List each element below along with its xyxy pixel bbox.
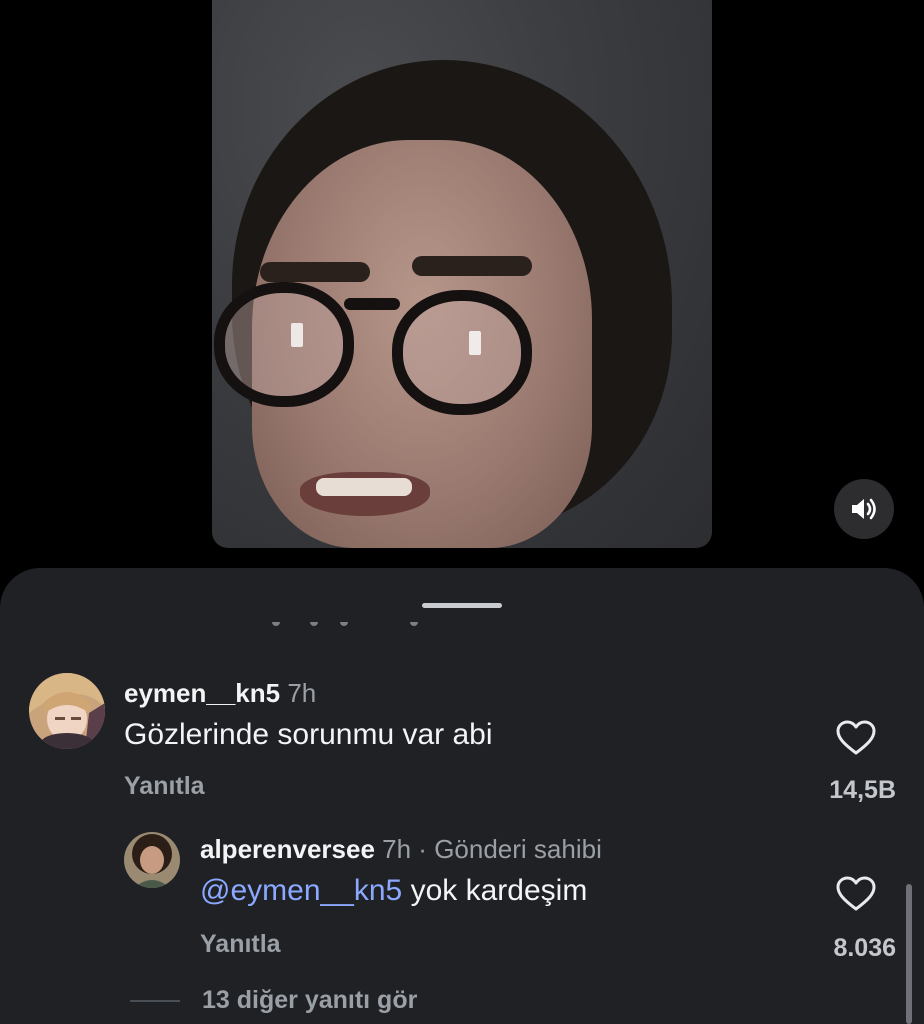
video-player[interactable] [212,0,712,548]
reply-text: @eymen__kn5 yok kardeşim [200,874,587,908]
like-count: 8.036 [833,934,896,962]
reply-username[interactable]: alperenversee 7h · Gönderi sahibi [200,834,602,865]
username-text[interactable]: eymen__kn5 [124,678,280,708]
scrolled-text-remnant [240,622,490,630]
reply-body: yok kardeşim [402,874,588,907]
username-text[interactable]: alperenversee [200,834,375,864]
heart-icon[interactable] [836,720,876,756]
video-frame-teeth [316,478,412,496]
meta-separator: · [418,834,427,864]
avatar[interactable] [124,832,180,888]
video-frame-glasses-right [392,290,532,415]
avatar[interactable] [29,673,105,749]
mute-button[interactable] [834,479,894,539]
comments-sheet: eymen__kn5 7h Gözlerinde sorunmu var abi… [0,568,924,1024]
video-frame-brow-left [260,262,370,282]
video-frame-brow-right [412,256,532,276]
reply-timestamp: 7h [382,834,412,864]
comment-timestamp: 7h [287,678,317,708]
video-frame-glasses-bridge [344,298,400,310]
sheet-grabber[interactable] [422,603,502,608]
comment-text: Gözlerinde sorunmu var abi [124,718,493,751]
more-replies-line [130,1000,180,1002]
speaker-icon [852,498,876,520]
scrollbar[interactable] [906,884,912,1024]
reply-button[interactable]: Yanıtla [124,772,205,801]
view-more-replies-button[interactable]: 13 diğer yanıtı gör [202,986,417,1015]
like-count: 14,5B [829,776,896,804]
comment-username[interactable]: eymen__kn5 7h [124,678,316,709]
heart-icon[interactable] [836,876,876,912]
reply-button[interactable]: Yanıtla [200,930,281,959]
author-badge: Gönderi sahibi [434,834,602,864]
video-frame-glasses-left [214,282,354,407]
mention-link[interactable]: @eymen__kn5 [200,874,402,907]
